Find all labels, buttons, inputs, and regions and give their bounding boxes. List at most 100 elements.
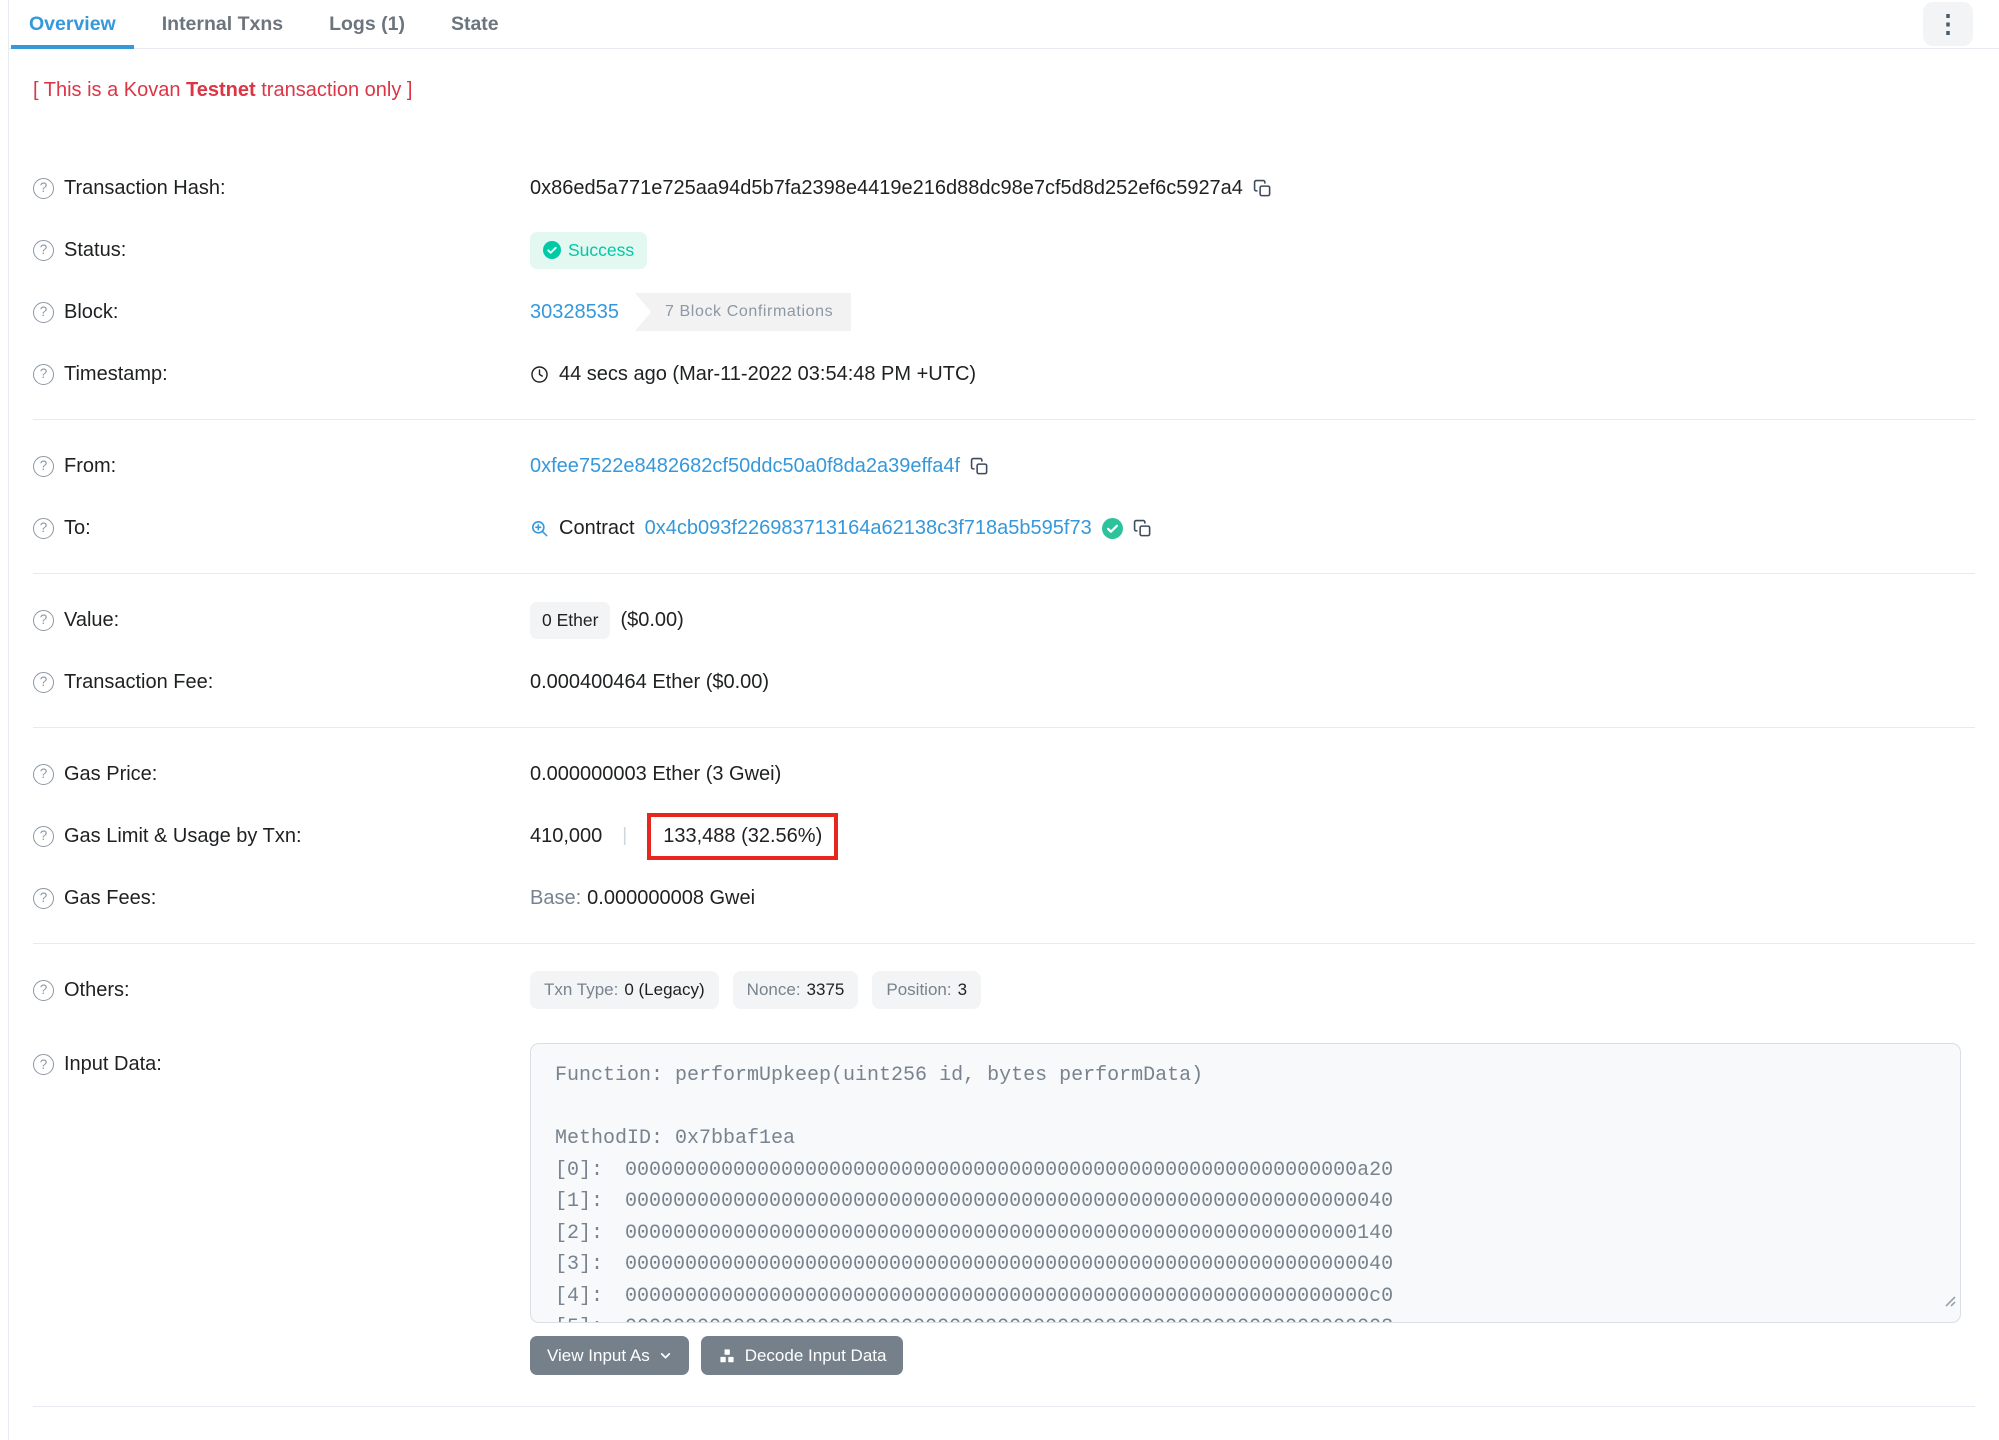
section-summary: ? Transaction Hash: 0x86ed5a771e725aa94d… [9,157,1999,405]
help-icon[interactable]: ? [33,825,54,847]
help-icon[interactable]: ? [33,239,54,261]
copy-icon[interactable] [1253,179,1272,198]
section-addresses: ? From: 0xfee7522e8482682cf50ddc50a0f8da… [9,435,1999,559]
status-label: Status: [64,238,127,261]
gas-fees-label: Gas Fees: [64,886,157,909]
input-data-label: Input Data: [64,1053,162,1075]
testnet-notice: [ This is a Kovan Testnet transaction on… [33,79,413,101]
transaction-overview-card: Overview Internal Txns Logs (1) State ⋮ … [8,0,1999,1440]
help-icon[interactable]: ? [33,363,54,385]
gas-limit-value: 410,000 [530,824,603,847]
transaction-hash-label: Transaction Hash: [64,176,226,199]
row-gas-limit-usage: ? Gas Limit & Usage by Txn: 410,000 | 13… [33,805,1975,867]
from-address-link[interactable]: 0xfee7522e8482682cf50ddc50a0f8da2a39effa… [530,455,960,478]
tab-internal-txns[interactable]: Internal Txns [144,0,301,48]
from-label: From: [64,454,117,477]
zoom-in-icon[interactable] [530,519,549,538]
input-word-row: [0]: 000000000000000000000000000000000000… [555,1158,1394,1182]
divider [33,943,1975,944]
help-icon[interactable]: ? [33,301,54,323]
transaction-hash-value: 0x86ed5a771e725aa94d5b7fa2398e4419e216d8… [530,176,1243,199]
section-others: ? Others: Txn Type: 0 (Legacy) Nonce: 3375… [9,959,1999,1375]
input-word-row: [1]: 000000000000000000000000000000000000… [555,1190,1394,1213]
chevron-down-icon [660,1353,670,1359]
to-address-link[interactable]: 0x4cb093f226983713164a62138c3f718a5b595f… [645,517,1092,540]
decode-input-data-button[interactable]: Decode Input Data [700,1336,904,1375]
row-others: ? Others: Txn Type: 0 (Legacy) Nonce: 3375… [33,959,1975,1021]
row-transaction-fee: ? Transaction Fee: 0.000400464 Ether ($0… [33,651,1975,713]
status-badge: Success [530,231,648,269]
tab-logs[interactable]: Logs (1) [311,0,423,48]
others-label: Others: [64,978,130,1001]
cubes-icon [719,1347,735,1363]
gas-fees-base-label: Base: [530,886,582,909]
block-confirmations-badge: 7 Block Confirmations [634,293,852,331]
block-label: Block: [64,300,119,323]
verified-check-icon [1101,517,1123,539]
row-to: ? To: Contract 0x4cb093f226983713164a621… [33,497,1975,559]
help-icon[interactable]: ? [33,455,54,477]
copy-icon[interactable] [1133,519,1152,538]
bottom-divider [33,1406,1975,1407]
row-input-data: ? Input Data: Function: performUpkeep(ui… [33,1043,1975,1375]
kebab-icon: ⋮ [1935,9,1961,38]
value-label: Value: [64,608,120,631]
row-gas-fees: ? Gas Fees: Base: 0.000000008 Gwei [33,867,1975,929]
block-number-link[interactable]: 30328535 [530,301,619,324]
gas-usage-value: 133,488 (32.56%) [663,824,823,847]
help-icon[interactable]: ? [33,763,54,785]
gas-price-value: 0.000000003 Ether (3 Gwei) [530,762,782,785]
tab-overview[interactable]: Overview [11,0,134,49]
gas-limit-label: Gas Limit & Usage by Txn: [64,824,302,847]
transaction-fee-value: 0.000400464 Ether ($0.00) [530,670,770,693]
row-transaction-hash: ? Transaction Hash: 0x86ed5a771e725aa94d… [33,157,1975,219]
input-word-row: [2]: 000000000000000000000000000000000000… [555,1221,1394,1245]
usd-value: ($0.00) [620,608,684,631]
view-input-as-button[interactable]: View Input As [530,1336,689,1375]
nonce-badge: Nonce: 3375 [732,971,859,1009]
divider [33,573,1975,574]
txn-type-badge: Txn Type: 0 (Legacy) [530,971,719,1009]
clock-icon [531,365,548,383]
gas-price-label: Gas Price: [64,762,158,785]
input-word-row: [5]:000000000000000000000000000000000000… [555,1312,1936,1322]
to-contract-word: Contract [559,516,635,539]
ether-value-badge: 0 Ether [530,601,611,639]
help-icon[interactable]: ? [33,671,54,693]
gas-fees-base-value: 0.000000008 Gwei [587,886,756,909]
help-icon[interactable]: ? [33,517,54,539]
help-icon[interactable]: ? [33,887,54,909]
more-options-button[interactable]: ⋮ [1923,2,1973,46]
transaction-fee-label: Transaction Fee: [64,670,214,693]
testnet-notice-emphasis: Testnet [186,79,256,101]
section-value: ? Value: 0 Ether ($0.00) ? Transaction F… [9,589,1999,713]
position-badge: Position: 3 [872,971,982,1009]
input-word-row: [4]: 000000000000000000000000000000000000… [555,1284,1394,1308]
row-block: ? Block: 30328535 7 Block Confirmations [33,281,1975,343]
input-methodid-line: MethodID: 0x7bbaf1ea [555,1127,796,1150]
gas-usage-annotation-box: 133,488 (32.56%) [647,812,839,860]
divider [33,419,1975,420]
timestamp-value: 44 secs ago (Mar-11-2022 03:54:48 PM +UT… [559,362,977,385]
check-circle-icon [543,241,561,259]
divider [33,727,1975,728]
row-timestamp: ? Timestamp: 44 secs ago (Mar-11-2022 03… [33,343,1975,405]
input-function-line: Function: performUpkeep(uint256 id, byte… [555,1064,1204,1087]
resize-grip[interactable] [1943,1287,1956,1319]
row-status: ? Status: Success [33,219,1975,281]
help-icon[interactable]: ? [33,177,54,199]
gas-limit-separator: | [622,825,628,846]
copy-icon[interactable] [970,457,989,476]
input-word-row: [3]: 000000000000000000000000000000000000… [555,1253,1394,1276]
section-gas: ? Gas Price: 0.000000003 Ether (3 Gwei) … [9,743,1999,929]
tab-state[interactable]: State [433,0,517,48]
to-label: To: [64,516,91,539]
row-gas-price: ? Gas Price: 0.000000003 Ether (3 Gwei) [33,743,1975,805]
help-icon[interactable]: ? [33,609,54,631]
tab-bar: Overview Internal Txns Logs (1) State ⋮ [9,0,1999,49]
help-icon[interactable]: ? [33,1054,54,1075]
row-from: ? From: 0xfee7522e8482682cf50ddc50a0f8da… [33,435,1975,497]
input-data-box[interactable]: Function: performUpkeep(uint256 id, byte… [530,1043,1961,1323]
help-icon[interactable]: ? [33,979,54,1001]
